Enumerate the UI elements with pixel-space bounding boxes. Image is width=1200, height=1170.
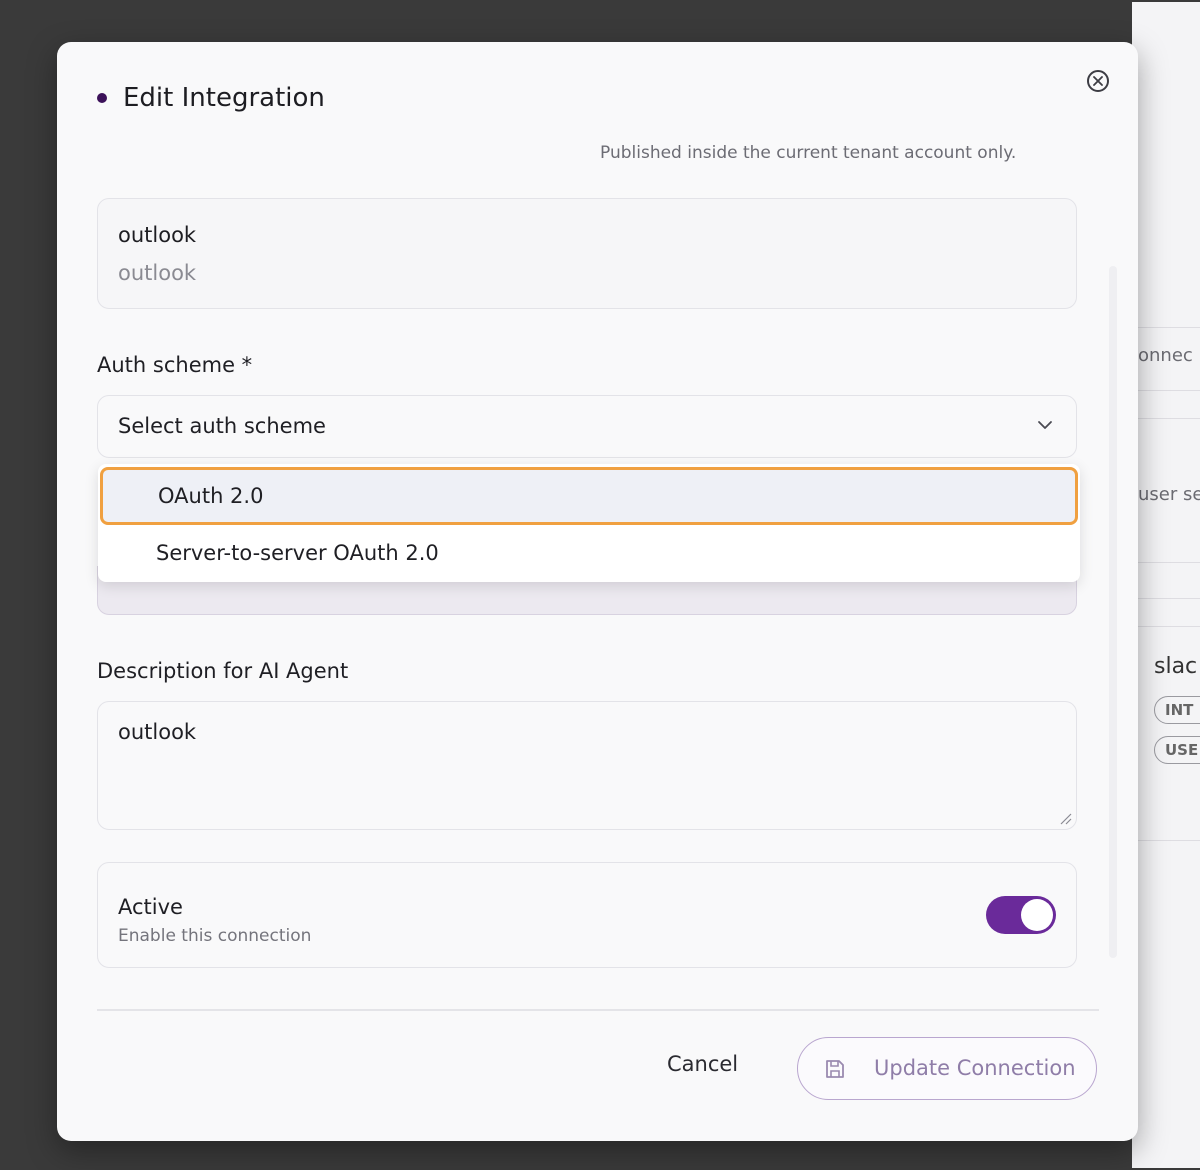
auth-scheme-dropdown: OAuth 2.0 Server-to-server OAuth 2.0 — [98, 464, 1080, 582]
bg-divider — [1132, 840, 1200, 841]
auth-scheme-label: Auth scheme * — [97, 353, 253, 377]
option-label: OAuth 2.0 — [158, 484, 264, 508]
description-value: outlook — [118, 720, 197, 744]
bg-divider — [1132, 390, 1200, 391]
update-connection-label: Update Connection — [874, 1056, 1076, 1080]
bg-divider — [1132, 562, 1200, 563]
integration-name-value: outlook — [118, 223, 197, 247]
modal-title: Edit Integration — [123, 83, 325, 113]
background-page: onnec user se slac INT USE — [1132, 2, 1200, 1168]
close-icon — [1093, 76, 1103, 86]
footer-divider — [97, 1009, 1099, 1011]
description-textarea[interactable]: outlook — [97, 701, 1077, 830]
integration-name-field[interactable]: outlook outlook — [97, 198, 1077, 309]
edit-integration-modal: Edit Integration Published inside the cu… — [57, 42, 1138, 1141]
bg-divider — [1132, 626, 1200, 627]
scrollbar[interactable] — [1109, 266, 1117, 958]
active-setting: Active Enable this connection — [97, 862, 1077, 968]
bg-user-text: user se — [1138, 484, 1200, 505]
option-oauth2[interactable]: OAuth 2.0 — [100, 467, 1078, 525]
bg-pill: INT — [1154, 696, 1200, 724]
active-subtitle: Enable this connection — [118, 926, 312, 946]
auth-scheme-select[interactable]: Select auth scheme — [97, 395, 1077, 458]
cancel-button[interactable]: Cancel — [667, 1052, 738, 1076]
bg-slack-text: slac — [1154, 654, 1198, 679]
active-title: Active — [118, 895, 183, 919]
active-toggle[interactable] — [986, 896, 1056, 934]
chevron-down-icon — [1038, 421, 1052, 429]
bg-pill: USE — [1154, 736, 1200, 764]
option-server-to-server-oauth2[interactable]: Server-to-server OAuth 2.0 — [98, 526, 1080, 580]
modal-subtitle: Published inside the current tenant acco… — [600, 143, 1017, 163]
bg-divider — [1132, 327, 1200, 328]
toggle-knob — [1021, 899, 1053, 931]
bg-divider — [1132, 418, 1200, 419]
save-icon — [826, 1060, 844, 1078]
auth-scheme-placeholder: Select auth scheme — [118, 414, 326, 438]
resize-handle-icon[interactable] — [1058, 811, 1072, 825]
close-button[interactable] — [1087, 70, 1109, 92]
option-label: Server-to-server OAuth 2.0 — [156, 541, 439, 565]
description-label: Description for AI Agent — [97, 659, 349, 683]
update-connection-button[interactable]: Update Connection — [797, 1037, 1097, 1100]
bg-divider — [1132, 598, 1200, 599]
window-frame — [0, 0, 4, 1170]
title-dot-icon — [97, 93, 107, 103]
bg-connect-text: onnec — [1138, 345, 1193, 366]
integration-slug-value: outlook — [118, 261, 197, 285]
